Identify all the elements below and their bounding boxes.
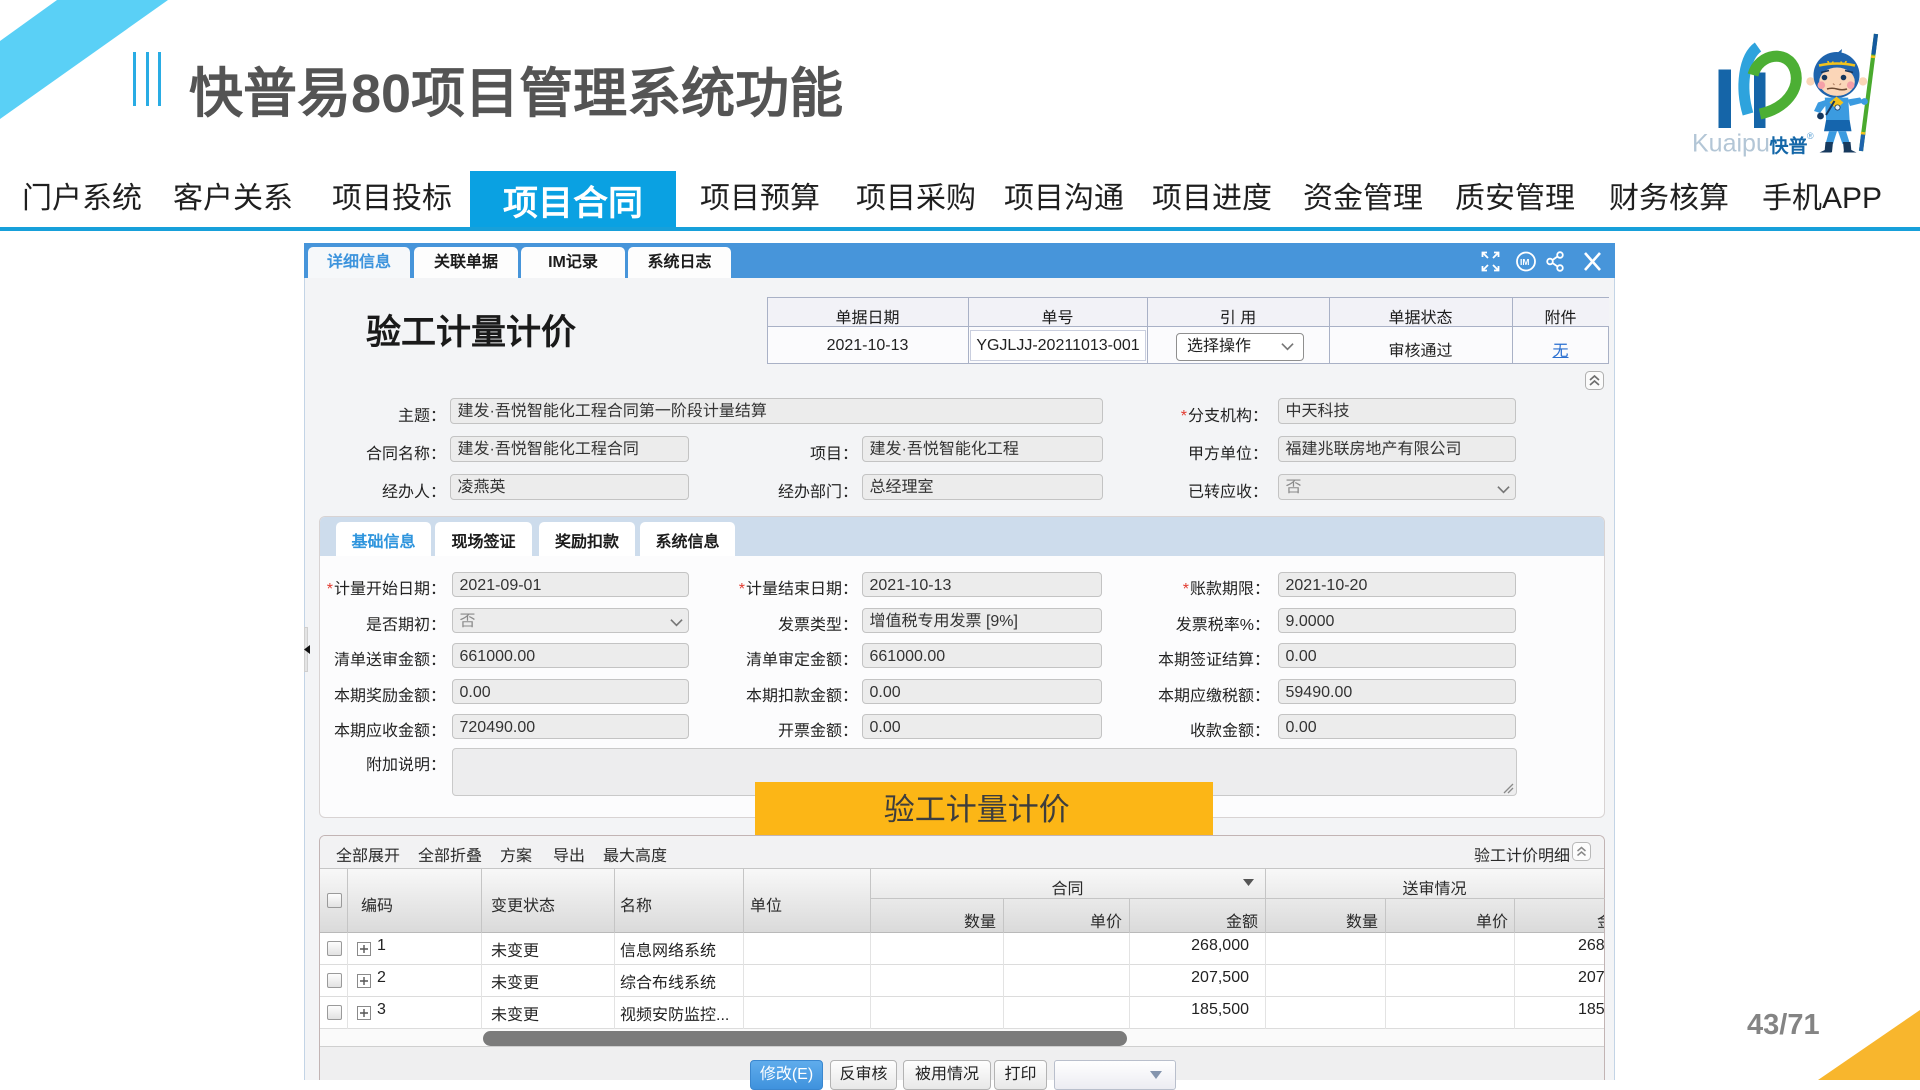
svg-text:快普: 快普	[1770, 136, 1808, 158]
svg-text:IM: IM	[1520, 257, 1529, 267]
svg-text:Kuaipu: Kuaipu	[1692, 130, 1770, 158]
svg-text:®: ®	[1807, 131, 1814, 141]
